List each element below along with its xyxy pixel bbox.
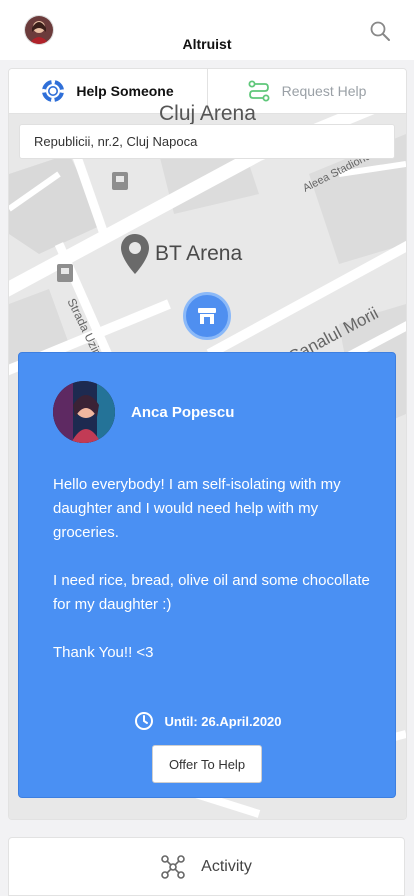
requester-name: Anca Popescu: [131, 404, 235, 421]
deadline-label: Until: 26.April.2020: [164, 713, 282, 729]
request-card: Anca Popescu Hello everybody! I am self-…: [18, 352, 396, 798]
location-pin-icon: [121, 234, 149, 274]
offer-to-help-button[interactable]: Offer To Help: [152, 745, 262, 783]
tab-request-help-label: Request Help: [281, 83, 367, 99]
location-pin[interactable]: [119, 232, 151, 281]
activity-label: Activity: [201, 857, 252, 875]
search-button[interactable]: [367, 18, 393, 44]
clock-icon: [135, 712, 154, 730]
store-marker[interactable]: [183, 292, 231, 340]
route-icon: [248, 80, 270, 102]
tab-help-someone-label: Help Someone: [76, 83, 174, 99]
address-field[interactable]: Republicii, nr.2, Cluj Napoca: [19, 124, 395, 159]
map-label-bt-arena: BT Arena: [155, 242, 243, 265]
map-label-cluj-arena: Cluj Arena: [159, 102, 256, 125]
activity-nav-button[interactable]: Activity: [8, 837, 405, 896]
lifebuoy-icon: [42, 80, 65, 102]
network-icon: [161, 854, 185, 879]
search-icon: [370, 21, 390, 41]
store-icon: [198, 308, 216, 324]
app-title: Altruist: [182, 36, 232, 52]
request-message: Hello everybody! I am self-isolating wit…: [53, 476, 370, 661]
requester-avatar: [53, 381, 115, 443]
request-deadline: Until: 26.April.2020: [19, 711, 397, 731]
app-header: Altruist: [0, 0, 414, 60]
